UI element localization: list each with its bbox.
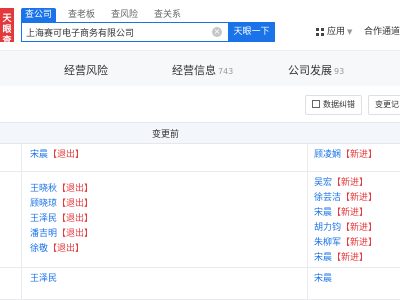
cell-after: 宋晨 [314,272,332,287]
column-divider [21,172,22,267]
column-divider [21,268,22,299]
column-header-before: 变更前 [152,130,180,140]
tab-company-development[interactable]: 公司发展 93 [288,62,344,78]
tab-search-boss[interactable]: 查老板 [64,8,99,22]
cell-after: 顾凌娴【新进】 [314,148,377,163]
person-link[interactable]: 王泽民 [30,214,57,224]
status-tag: 【新进】 [332,253,369,263]
status-tag: 【新进】 [341,150,378,160]
list-item: 徐芸洁【新进】 [314,191,377,206]
tab-business-risk[interactable]: 经营风险 [64,62,108,78]
status-tag: 【新进】 [332,178,369,188]
cell-before: 王泽民 [30,272,57,287]
status-tag: 【退出】 [57,184,94,194]
status-tag: 【退出】 [57,229,94,239]
list-item: 顾晓琼【退出】 [30,197,93,212]
apps-grid-icon [316,28,324,36]
tab-count: 93 [334,67,345,76]
tab-search-company[interactable]: 查公司 [21,8,57,22]
person-link[interactable]: 朱柳军 [314,238,341,248]
cooperation-link[interactable]: 合作通道 [364,25,400,39]
list-item: 王晓秋【退出】 [30,182,93,197]
person-link[interactable]: 胡力钧 [314,223,341,233]
cell-before: 宋晨【退出】 [30,148,84,163]
column-divider [307,172,308,267]
button-label: 数据纠错 [323,100,355,109]
cell-after: 吴宏【新进】 徐芸洁【新进】 宋晨【新进】 胡力钧【新进】 朱柳军【新进】 宋晨… [314,176,377,266]
search-type-tabs: 查公司 查老板 查风险 查关系 [21,8,193,22]
list-item: 顾凌娴【新进】 [314,148,377,163]
button-label: 变更记 [375,100,399,109]
person-link[interactable]: 宋晨 [314,253,332,263]
status-tag: 【新进】 [341,223,378,233]
tab-label: 公司发展 [288,64,332,77]
list-item: 王泽民 [30,272,57,287]
person-link[interactable]: 顾凌娴 [314,150,341,160]
person-link[interactable]: 徐敬 [30,244,48,254]
person-link[interactable]: 宋晨 [314,274,332,284]
table-toolbar: 数据纠错 变更记 [0,86,400,122]
list-item: 宋晨【新进】 [314,251,377,266]
tab-label: 经营信息 [172,64,216,77]
status-tag: 【新进】 [341,238,378,248]
change-record-button[interactable]: 变更记 [368,95,400,115]
person-link[interactable]: 宋晨 [314,208,332,218]
list-item: 宋晨【退出】 [30,148,84,163]
list-item: 吴宏【新进】 [314,176,377,191]
cell-before: 王晓秋【退出】 顾晓琼【退出】 王泽民【退出】 潘吉明【退出】 徐敬【退出】 [30,182,93,257]
status-tag: 【退出】 [57,214,94,224]
status-tag: 【新进】 [332,208,369,218]
tab-label: 经营风险 [64,64,108,77]
list-item: 朱柳军【新进】 [314,236,377,251]
list-item: 潘吉明【退出】 [30,227,93,242]
tab-count: 743 [218,67,234,76]
table-row: 宋晨【退出】 顾凌娴【新进】 [0,144,400,172]
search-button[interactable]: 天眼一下 [228,22,275,42]
tab-business-info[interactable]: 经营信息 743 [172,62,233,78]
table-header: 变更前 [0,122,400,144]
tab-search-risk[interactable]: 查风险 [107,8,142,22]
tab-search-relation[interactable]: 查关系 [150,8,185,22]
column-divider [21,144,22,171]
list-item: 胡力钧【新进】 [314,221,377,236]
status-tag: 【退出】 [48,244,85,254]
person-link[interactable]: 王泽民 [30,274,57,284]
status-tag: 【新进】 [341,193,378,203]
brand-logo[interactable]: 天眼查 [0,8,14,46]
table-row: 王泽民 宋晨 [0,268,400,300]
clear-icon[interactable]: × [212,27,222,37]
top-bar: 天眼查 查公司 查老板 查风险 查关系 × 天眼一下 应用 ▼ 合作通道 [0,0,400,48]
column-divider [307,268,308,299]
chevron-down-icon: ▼ [347,28,353,36]
status-tag: 【退出】 [57,199,94,209]
search-input[interactable] [21,22,228,42]
person-link[interactable]: 潘吉明 [30,229,57,239]
person-link[interactable]: 宋晨 [30,150,48,160]
status-tag: 【退出】 [48,150,85,160]
person-link[interactable]: 王晓秋 [30,184,57,194]
person-link[interactable]: 徐芸洁 [314,193,341,203]
section-tabs: 经营风险 经营信息 743 公司发展 93 [0,50,400,86]
apps-label: 应用 [327,27,346,37]
data-correction-button[interactable]: 数据纠错 [305,95,362,115]
edit-icon [312,100,320,108]
person-link[interactable]: 顾晓琼 [30,199,57,209]
column-divider [307,144,308,171]
list-item: 宋晨【新进】 [314,206,377,221]
person-link[interactable]: 吴宏 [314,178,332,188]
list-item: 徐敬【退出】 [30,242,93,257]
list-item: 宋晨 [314,272,332,287]
list-item: 王泽民【退出】 [30,212,93,227]
table-row: 王晓秋【退出】 顾晓琼【退出】 王泽民【退出】 潘吉明【退出】 徐敬【退出】 吴… [0,172,400,268]
apps-menu[interactable]: 应用 ▼ [316,25,352,39]
